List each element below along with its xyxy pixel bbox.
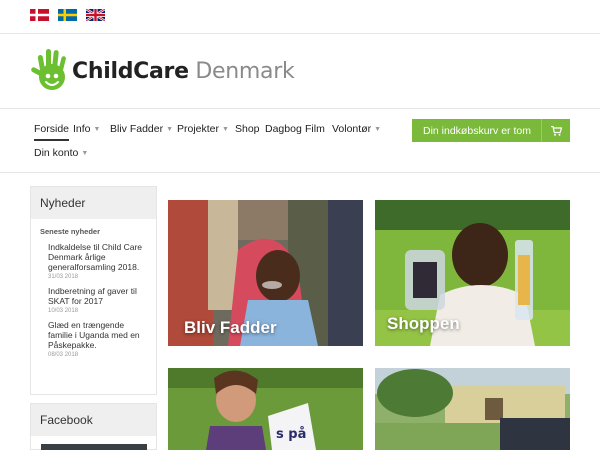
nav-item-dagbog[interactable]: Dagbog (265, 123, 302, 141)
nav-label: Shop (235, 123, 260, 135)
nav-label: Forside (34, 123, 70, 135)
nav-item-bliv-fadder[interactable]: Bliv Fadder ▼ (110, 123, 173, 141)
tile-title: Bliv Fadder (184, 318, 277, 337)
language-bar (0, 0, 600, 34)
news-link[interactable]: Glæd en trængende familie i Uganda med e… (48, 320, 148, 350)
nav-label: Volontør (332, 123, 372, 135)
news-item: Indkaldelse til Child Care Denmark årlig… (48, 236, 148, 280)
caret-down-icon: ▼ (81, 150, 89, 157)
tile-title: Shoppen (387, 314, 460, 333)
hand-logo-icon (31, 49, 66, 90)
news-date: 08/03 2018 (48, 352, 79, 358)
news-box-title: Nyheder (31, 187, 156, 219)
site-header: ChildCare Denmark (0, 34, 600, 109)
logo-text: ChildCare Denmark (72, 58, 295, 84)
nav-label: Din konto (34, 147, 79, 159)
child-with-sign-photo: s på (168, 368, 363, 450)
logo-text-bold: ChildCare (72, 58, 189, 84)
news-box: Nyheder Seneste nyheder Indkaldelse til … (30, 186, 157, 395)
nav-item-projekter[interactable]: Projekter ▼ (177, 123, 229, 141)
nav-item-film[interactable]: Film (305, 123, 325, 141)
shopping-cart-icon (541, 119, 570, 142)
tile-shoppen[interactable]: Shoppen (375, 200, 570, 346)
nav-item-shop[interactable]: Shop (235, 123, 260, 141)
tile-bliv-fadder[interactable]: Bliv Fadder (168, 200, 363, 346)
building-photo (375, 368, 570, 450)
nav-item-volontor[interactable]: Volontør ▼ (332, 123, 381, 141)
caret-down-icon: ▼ (166, 126, 174, 133)
caret-down-icon: ▼ (93, 126, 101, 133)
facebook-widget[interactable] (41, 444, 147, 450)
nav-item-info[interactable]: Info ▼ (73, 123, 100, 141)
nav-label: Dagbog (265, 123, 302, 135)
latest-news-label: Seneste nyheder (40, 227, 101, 236)
nav-item-din-konto[interactable]: Din konto ▼ (34, 147, 88, 165)
site-logo[interactable]: ChildCare Denmark (30, 46, 295, 96)
svg-text:s på: s på (276, 427, 306, 442)
nav-item-forside[interactable]: Forside (34, 123, 70, 141)
uk-flag-icon[interactable] (86, 9, 105, 21)
facebook-box: Facebook (30, 403, 157, 450)
caret-down-icon: ▼ (374, 126, 382, 133)
nav-label: Info (73, 123, 91, 135)
cart-label: Din indkøbskurv er tom (423, 124, 531, 137)
denmark-flag-icon[interactable] (30, 9, 49, 21)
nav-label: Bliv Fadder (110, 123, 164, 135)
caret-down-icon: ▼ (222, 126, 229, 133)
cart-button[interactable]: Din indkøbskurv er tom (412, 119, 570, 142)
nav-label: Film (305, 123, 325, 135)
nav-label: Projekter (177, 123, 220, 135)
facebook-box-title: Facebook (31, 404, 156, 436)
logo-text-light: Denmark (195, 58, 295, 84)
news-link[interactable]: Indberetning af gaver til SKAT for 2017 (48, 286, 148, 306)
tile-building[interactable] (375, 368, 570, 450)
news-item: Glæd en trængende familie i Uganda med e… (48, 314, 148, 358)
tile-child-sign[interactable]: s på (168, 368, 363, 450)
sweden-flag-icon[interactable] (58, 9, 77, 21)
news-item: Indberetning af gaver til SKAT for 2017 … (48, 280, 148, 314)
news-link[interactable]: Indkaldelse til Child Care Denmark årlig… (48, 242, 148, 272)
